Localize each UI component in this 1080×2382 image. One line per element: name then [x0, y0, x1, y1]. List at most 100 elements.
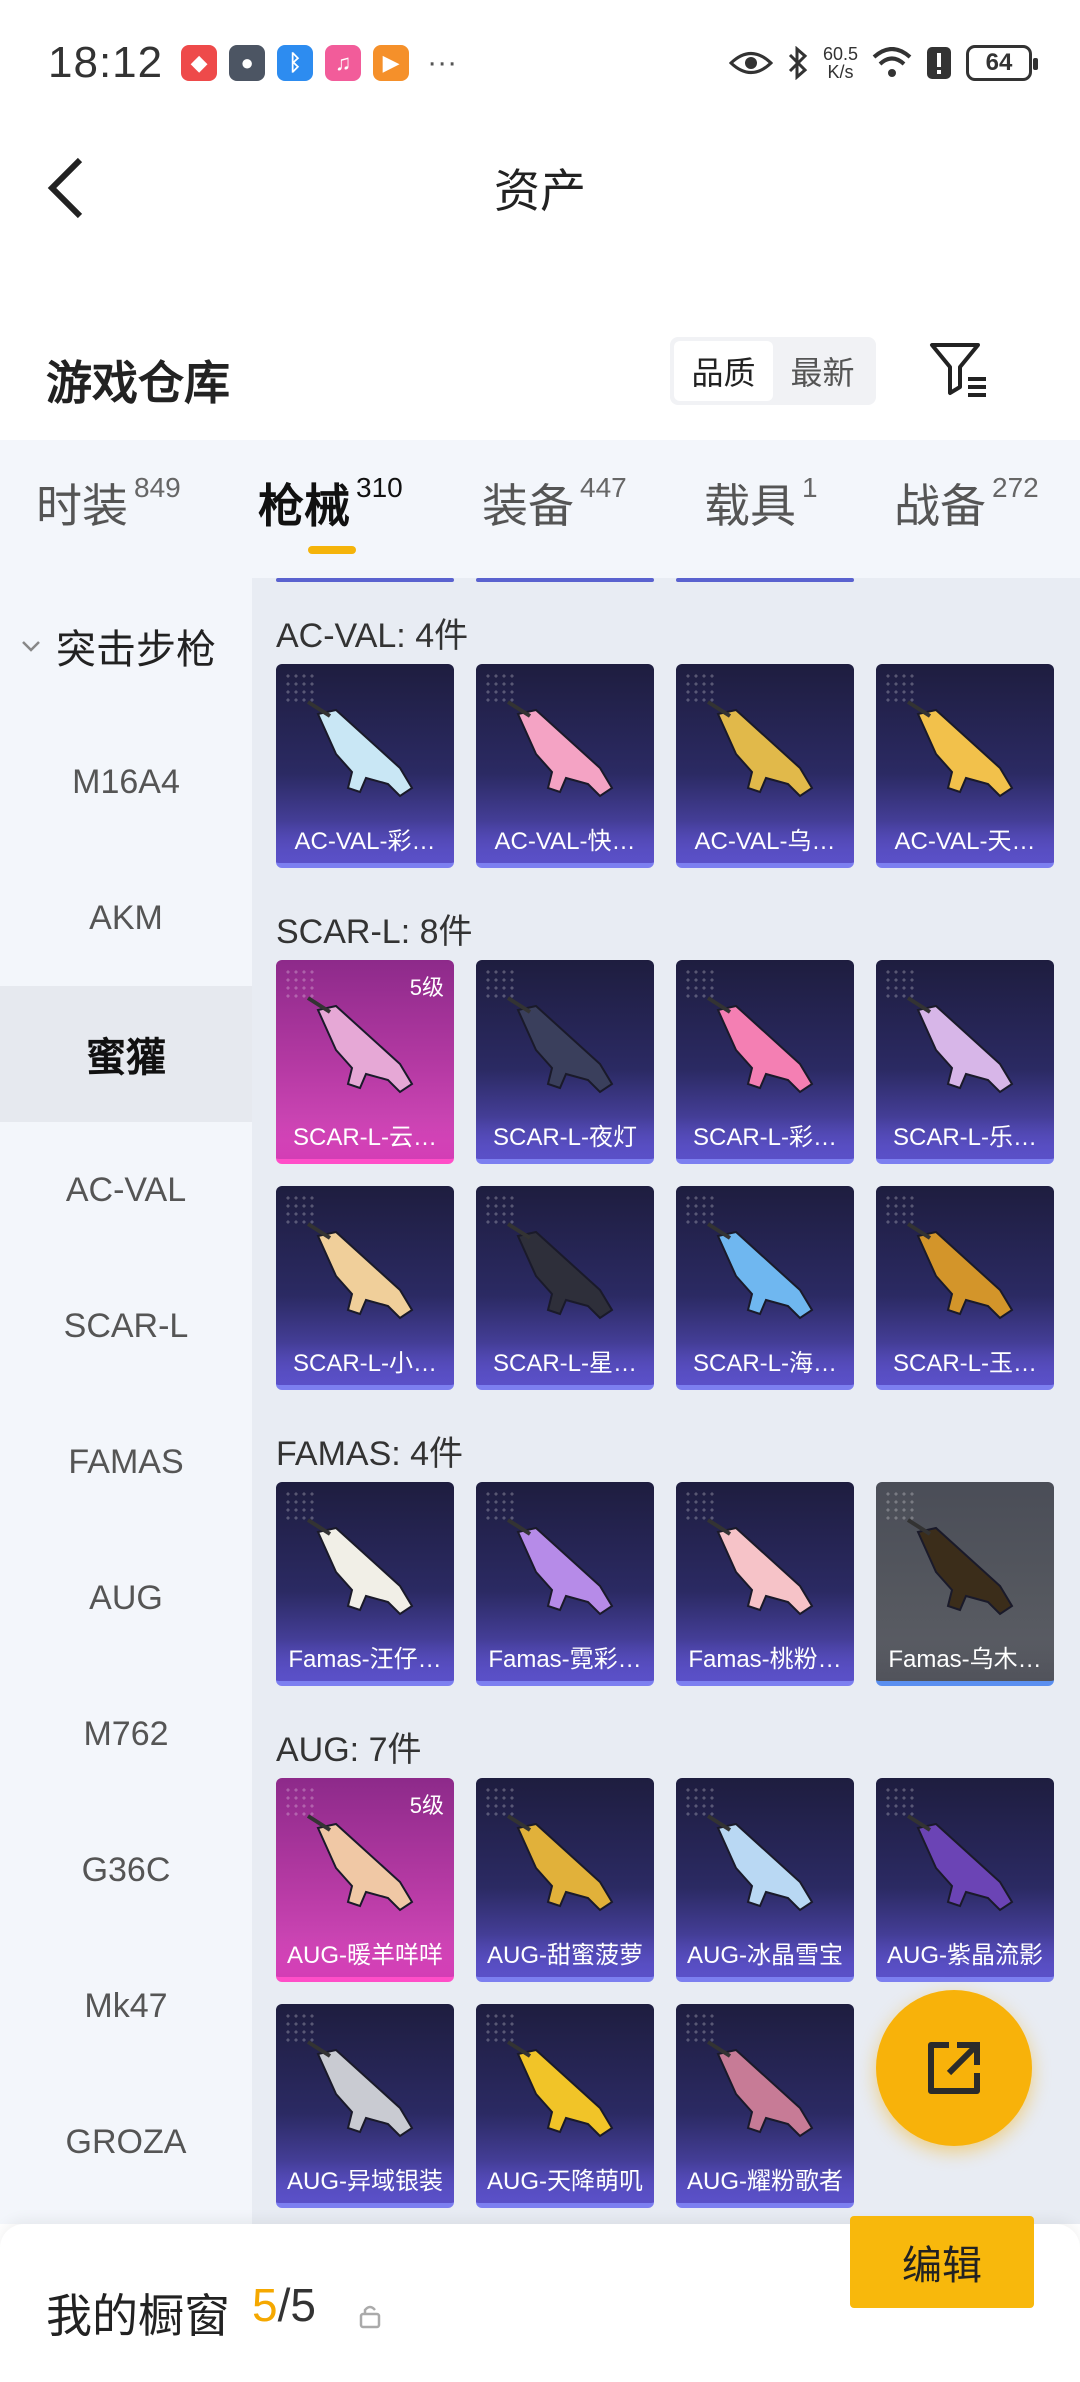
weapon-sidebar: 突击步枪 M16A4 AKM 蜜獾 AC-VAL SCAR-L FAMAS AU… [0, 578, 252, 2224]
sidebar-item-ac-val[interactable]: AC-VAL [0, 1122, 252, 1258]
weapon-grid: AC-VAL: 4件 AC-VAL-彩… AC-VAL-快… AC-VAL-乌… AC-… [252, 578, 1080, 2224]
weapon-name: SCAR-L-乐… [876, 1117, 1054, 1159]
weapon-name: SCAR-L-云… [276, 1117, 454, 1159]
weapon-card[interactable]: AUG-耀粉歌者 [676, 2004, 854, 2208]
showcase-total: 5 [290, 2279, 316, 2331]
sidebar-item-famas[interactable]: FAMAS [0, 1394, 252, 1530]
weapon-name: AC-VAL-天… [876, 821, 1054, 863]
chevron-left-icon [47, 157, 83, 219]
sort-quality-button[interactable]: 品质 [674, 341, 773, 401]
weapon-card[interactable]: SCAR-L-海… [676, 1186, 854, 1390]
music-app-icon: ♫ [325, 45, 362, 81]
tab-tactical[interactable]: 战备 272 [894, 470, 1039, 536]
tab-count: 310 [356, 472, 403, 503]
section-title: 游戏仓库 [46, 357, 230, 409]
weapon-card[interactable]: SCAR-L-玉… [876, 1186, 1054, 1390]
tab-fashion[interactable]: 时装 849 [36, 470, 181, 536]
sidebar-item-aug[interactable]: AUG [0, 1530, 252, 1666]
sort-toggle: 品质 最新 [670, 337, 876, 405]
weapon-card[interactable]: AC-VAL-乌… [676, 664, 854, 868]
rifle-icon [706, 1518, 814, 1616]
edit-button[interactable]: 编辑 [850, 2216, 1034, 2308]
app-notification-icon: ◆ [181, 45, 218, 81]
rifle-icon [306, 996, 414, 1094]
sidebar-item-m16a4[interactable]: M16A4 [0, 714, 252, 850]
showcase-separator: / [277, 2279, 291, 2331]
sidebar-item-scar-l[interactable]: SCAR-L [0, 1258, 252, 1394]
weapon-card[interactable]: AC-VAL-快… [476, 664, 654, 868]
lock-icon [359, 2305, 381, 2329]
weapon-card[interactable]: SCAR-L-星… [476, 1186, 654, 1390]
weapon-name: AC-VAL-乌… [676, 821, 854, 863]
weapon-card[interactable]: AC-VAL-彩… [276, 664, 454, 868]
weapon-card[interactable]: Famas-乌木… [876, 1482, 1054, 1686]
sidebar-item-m762[interactable]: M762 [0, 1666, 252, 1802]
tab-count: 849 [134, 472, 181, 503]
status-bar: 18:12 ◆ ● ᛒ ♫ ▶ ··· 60.5 K/s 64 [0, 0, 1080, 126]
weapon-card[interactable]: SCAR-L-小… [276, 1186, 454, 1390]
tab-label: 时装 [36, 480, 128, 532]
weapon-name: SCAR-L-玉… [876, 1343, 1054, 1385]
rifle-icon [706, 1814, 814, 1912]
rifle-icon [906, 1814, 1014, 1912]
weapon-name: AUG-暖羊咩咩 [276, 1935, 454, 1977]
tab-count: 447 [580, 472, 627, 503]
sidebar-item-akm[interactable]: AKM [0, 850, 252, 986]
tab-count: 272 [992, 472, 1039, 503]
weapon-name: AUG-天降萌叽 [476, 2161, 654, 2203]
sidebar-group-assault-rifle[interactable]: 突击步枪 [0, 578, 252, 714]
tab-count: 1 [802, 472, 818, 503]
weapon-card[interactable]: SCAR-L-乐… [876, 960, 1054, 1164]
net-speed-value: 60.5 [822, 44, 858, 64]
tab-vehicles[interactable]: 载具 1 [704, 470, 818, 536]
weapon-card[interactable]: Famas-桃粉… [676, 1482, 854, 1686]
weapon-card[interactable]: SCAR-L-夜灯 [476, 960, 654, 1164]
weapon-name: SCAR-L-小… [276, 1343, 454, 1385]
status-time: 18:12 [48, 38, 164, 87]
weapon-name: Famas-霓彩… [476, 1639, 654, 1681]
alert-icon [927, 47, 951, 79]
tab-label: 装备 [482, 480, 574, 532]
weapon-card[interactable]: Famas-霓彩… [476, 1482, 654, 1686]
tab-equipment[interactable]: 装备 447 [482, 470, 627, 536]
weapon-name: AUG-异域银装 [276, 2161, 454, 2203]
rifle-icon [906, 1518, 1014, 1616]
weapon-card[interactable]: AUG-异域银装 [276, 2004, 454, 2208]
weapon-card[interactable]: Famas-汪仔… [276, 1482, 454, 1686]
weapon-card[interactable]: AUG-天降萌叽 [476, 2004, 654, 2208]
rifle-icon [306, 1222, 414, 1320]
active-tab-indicator [308, 546, 356, 554]
group-title: FAMAS: 4件 [276, 1435, 464, 1473]
sidebar-item-honey-badger[interactable]: 蜜獾 [0, 986, 252, 1122]
share-button[interactable] [876, 1990, 1032, 2146]
back-button[interactable] [36, 156, 96, 220]
sidebar-item-g36c[interactable]: G36C [0, 1802, 252, 1938]
weapon-card[interactable]: AUG-甜蜜菠萝 [476, 1778, 654, 1982]
weapon-name: Famas-桃粉… [676, 1639, 854, 1681]
sidebar-item-groza[interactable]: GROZA [0, 2074, 252, 2210]
weapon-name: Famas-乌木… [876, 1639, 1054, 1681]
sidebar-item-mk47[interactable]: Mk47 [0, 1938, 252, 2074]
nav-header: 资产 [0, 126, 1080, 250]
wifi-icon [872, 47, 912, 77]
previous-row-edge [252, 578, 1080, 584]
sort-newest-button[interactable]: 最新 [773, 341, 872, 401]
rifle-icon [906, 1222, 1014, 1320]
level-badge: 5级 [409, 975, 444, 1000]
weapon-card[interactable]: SCAR-L-彩… [676, 960, 854, 1164]
weapon-name: SCAR-L-星… [476, 1343, 654, 1385]
weapon-card[interactable]: 5级 SCAR-L-云… [276, 960, 454, 1164]
rifle-icon [506, 1222, 614, 1320]
rifle-icon [306, 1814, 414, 1912]
weapon-card[interactable]: AUG-紫晶流影 [876, 1778, 1054, 1982]
rifle-icon [506, 996, 614, 1094]
tab-weapons[interactable]: 枪械 310 [258, 470, 403, 536]
rifle-icon [306, 1518, 414, 1616]
filter-button[interactable] [926, 335, 992, 401]
group-title: AUG: 7件 [276, 1731, 422, 1769]
weapon-name: SCAR-L-海… [676, 1343, 854, 1385]
weapon-card[interactable]: 5级 AUG-暖羊咩咩 [276, 1778, 454, 1982]
page-title: 资产 [494, 165, 586, 217]
weapon-card[interactable]: AUG-冰晶雪宝 [676, 1778, 854, 1982]
weapon-card[interactable]: AC-VAL-天… [876, 664, 1054, 868]
